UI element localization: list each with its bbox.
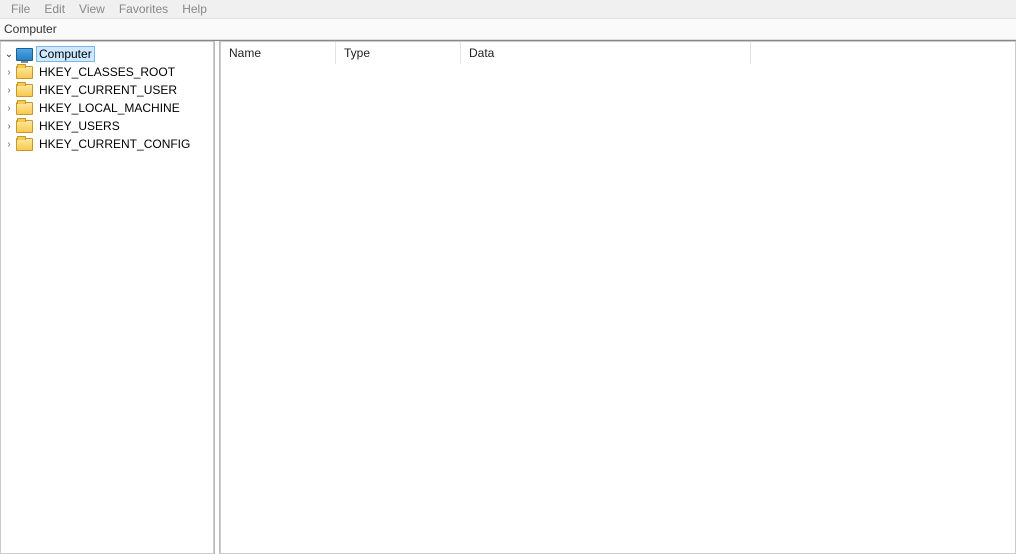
computer-icon <box>16 48 33 61</box>
address-bar[interactable]: Computer <box>0 19 1016 40</box>
menu-file[interactable]: File <box>4 2 37 16</box>
address-path: Computer <box>4 22 57 36</box>
tree-node-label: HKEY_USERS <box>36 119 123 133</box>
values-header: Name Type Data <box>221 42 1015 64</box>
column-header-type[interactable]: Type <box>336 42 461 64</box>
column-header-name[interactable]: Name <box>221 42 336 64</box>
tree-node-label: Computer <box>36 46 95 62</box>
folder-icon <box>16 120 33 133</box>
tree-node-hku[interactable]: › HKEY_USERS <box>1 117 213 135</box>
tree-node-label: HKEY_CURRENT_CONFIG <box>36 137 193 151</box>
expander-icon[interactable]: › <box>3 103 15 114</box>
tree-node-hklm[interactable]: › HKEY_LOCAL_MACHINE <box>1 99 213 117</box>
registry-tree: ⌄ Computer › HKEY_CLASSES_ROOT <box>1 45 213 153</box>
tree-node-computer[interactable]: ⌄ Computer <box>1 45 213 63</box>
menu-favorites[interactable]: Favorites <box>112 2 175 16</box>
expander-icon[interactable]: ⌄ <box>3 49 15 60</box>
expander-icon[interactable]: › <box>3 121 15 132</box>
menu-view[interactable]: View <box>72 2 112 16</box>
expander-icon[interactable]: › <box>3 85 15 96</box>
tree-node-hkcu[interactable]: › HKEY_CURRENT_USER <box>1 81 213 99</box>
folder-icon <box>16 84 33 97</box>
tree-node-label: HKEY_CLASSES_ROOT <box>36 65 178 79</box>
expander-icon[interactable]: › <box>3 67 15 78</box>
menu-bar: File Edit View Favorites Help <box>0 0 1016 19</box>
tree-node-label: HKEY_CURRENT_USER <box>36 83 180 97</box>
values-pane[interactable]: Name Type Data <box>220 41 1016 554</box>
tree-node-hkcc[interactable]: › HKEY_CURRENT_CONFIG <box>1 135 213 153</box>
menu-edit[interactable]: Edit <box>37 2 72 16</box>
tree-node-hkcr[interactable]: › HKEY_CLASSES_ROOT <box>1 63 213 81</box>
expander-icon[interactable]: › <box>3 139 15 150</box>
folder-icon <box>16 66 33 79</box>
column-header-data[interactable]: Data <box>461 42 751 64</box>
tree-node-label: HKEY_LOCAL_MACHINE <box>36 101 183 115</box>
client-area: ⌄ Computer › HKEY_CLASSES_ROOT <box>0 40 1016 554</box>
folder-icon <box>16 102 33 115</box>
tree-pane[interactable]: ⌄ Computer › HKEY_CLASSES_ROOT <box>0 41 214 554</box>
menu-help[interactable]: Help <box>175 2 214 16</box>
folder-icon <box>16 138 33 151</box>
